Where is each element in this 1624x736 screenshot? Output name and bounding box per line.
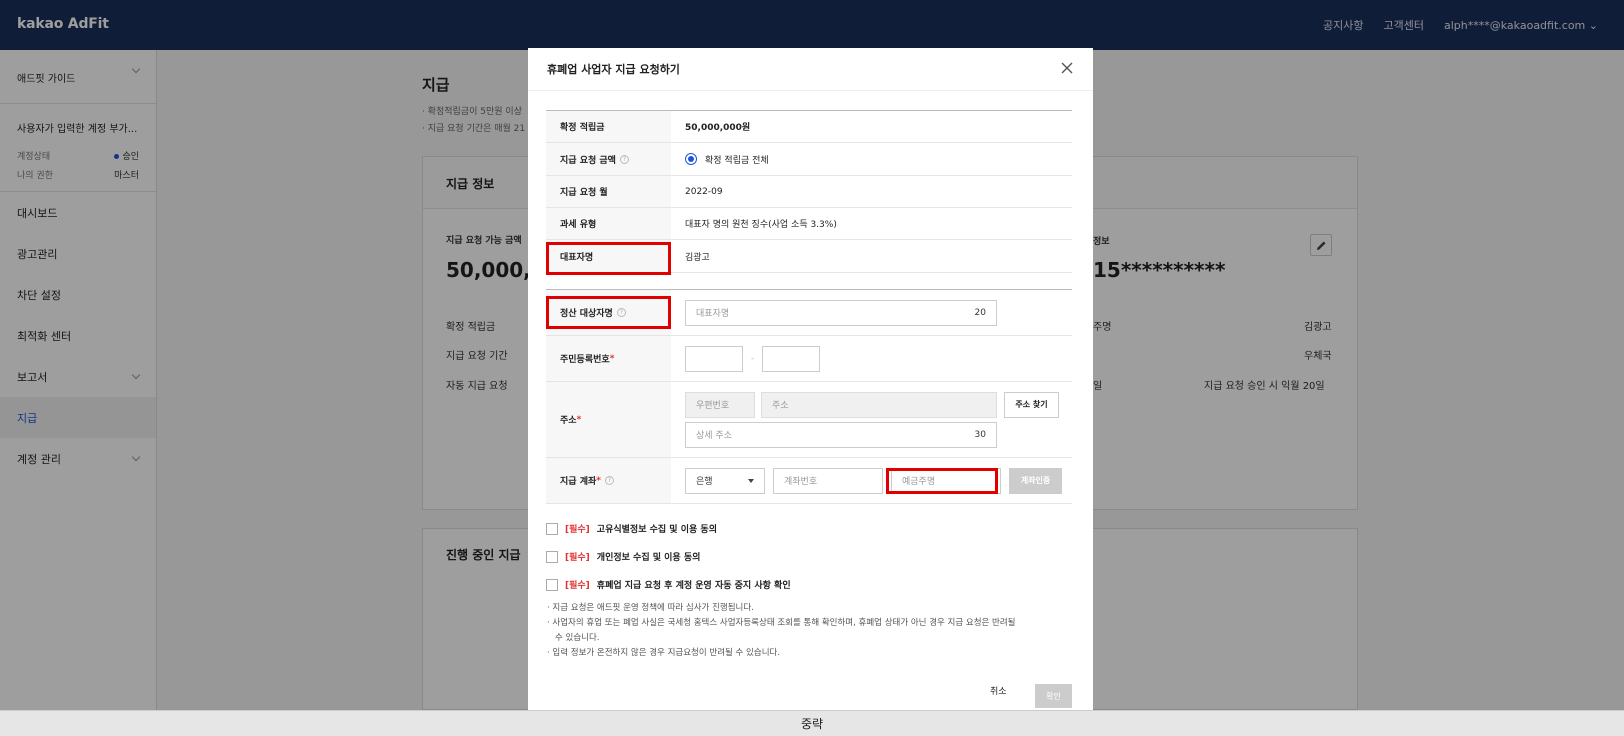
notice-list: · 지급 요청은 애드핏 운영 정책에 따라 심사가 진행됩니다. · 사업자의… (547, 601, 1017, 661)
modal-title: 휴폐업 사업자 지급 요청하기 (547, 63, 680, 76)
close-icon[interactable] (1059, 60, 1075, 76)
target-placeholder: 대표자명 (696, 309, 730, 319)
amount-radio-label: 확정 적립금 전체 (705, 155, 769, 166)
table-row: 지급 요청 월 2022-09 (546, 176, 1072, 208)
notice-item: · 지급 요청은 애드핏 운영 정책에 따라 심사가 진행됩니다. (547, 603, 754, 613)
zip-input[interactable]: 우편번호 (685, 391, 755, 418)
agreement-checkbox[interactable] (546, 522, 558, 535)
divider (528, 90, 1093, 91)
agreement-auto-stop[interactable]: [필수] 휴폐업 지급 요청 후 계정 운영 자동 중지 사항 확인 (546, 578, 791, 591)
caret-down-icon (748, 478, 754, 483)
char-count: 30 (974, 429, 986, 440)
table-row: 과세 유형 대표자 명의 원천 징수(사업 소득 3.3%) (546, 208, 1072, 240)
rrn-cell: - (671, 336, 1072, 381)
address-placeholder: 주소 (772, 401, 789, 411)
account-number-input[interactable]: 계좌번호 (773, 467, 883, 494)
tax-label: 과세 유형 (546, 208, 671, 239)
cancel-button[interactable]: 취소 (990, 684, 1007, 697)
zip-placeholder: 우편번호 (696, 401, 730, 411)
rrn-label-text: 주민등록번호 (560, 355, 610, 365)
required-tag: [필수] (565, 525, 590, 535)
agreement-text: 고유식별정보 수집 및 이용 동의 (596, 525, 717, 535)
month-label: 지급 요청 월 (546, 176, 671, 207)
detail-placeholder: 상세 주소 (696, 431, 732, 441)
address-label: 주소 * (546, 382, 671, 457)
notice-item: · 사업자의 휴업 또는 폐업 사실은 국세청 홈텍스 사업자등록상태 조회를 … (547, 618, 1016, 643)
agreement-text: 개인정보 수집 및 이용 동의 (596, 553, 701, 563)
rrn-front-input[interactable] (685, 345, 743, 372)
required-tag: [필수] (565, 581, 590, 591)
confirmed-label: 확정 적립금 (546, 111, 671, 142)
confirm-button[interactable]: 확인 (1035, 684, 1072, 708)
agreement-personal-info[interactable]: [필수] 개인정보 수집 및 이용 동의 (546, 550, 700, 563)
omitted-text: 중략 (800, 717, 824, 731)
month-value: 2022-09 (685, 186, 723, 197)
payment-request-modal: 휴폐업 사업자 지급 요청하기 확정 적립금 50,000,000원 지급 요청… (528, 48, 1093, 710)
table-row: 확정 적립금 50,000,000원 (546, 111, 1072, 143)
confirmed-value: 50,000,000원 (685, 123, 751, 133)
verify-account-button[interactable]: 계좌인증 (1009, 467, 1062, 494)
agreement-checkbox[interactable] (546, 550, 558, 563)
rep-value: 김광고 (685, 252, 710, 263)
address-top-row: 우편번호 주소 주소 찾기 (685, 391, 1059, 418)
rrn-back-input[interactable] (762, 345, 821, 372)
account-placeholder: 계좌번호 (784, 477, 818, 487)
highlight-box (546, 242, 671, 275)
help-icon[interactable]: ? (604, 476, 614, 485)
char-count: 20 (974, 307, 986, 318)
agreement-checkbox[interactable] (546, 578, 558, 591)
address-cell: 우편번호 주소 주소 찾기 상세 주소 30 (671, 382, 1072, 457)
required-mark: * (596, 475, 601, 486)
agreement-unique-id[interactable]: [필수] 고유식별정보 수집 및 이용 동의 (546, 522, 717, 535)
notice-item: · 입력 정보가 온전하지 않은 경우 지급요청이 반려될 수 있습니다. (547, 648, 781, 658)
rrn-label: 주민등록번호 * (546, 336, 671, 381)
bank-value: 은행 (696, 477, 713, 487)
amount-value: 확정 적립금 전체 (671, 143, 1072, 175)
detail-address-input[interactable]: 상세 주소 30 (685, 421, 997, 448)
table-row: 주소 * 우편번호 주소 주소 찾기 상세 주소 30 (546, 382, 1072, 458)
bank-select[interactable]: 은행 (685, 467, 765, 494)
account-label-text: 지급 계좌 (560, 477, 597, 487)
omitted-bar: 중략 (0, 710, 1624, 736)
amount-label: 지급 요청 금액? (546, 143, 671, 175)
required-mark: * (609, 353, 615, 364)
rrn-separator: - (751, 353, 755, 364)
highlight-box (546, 296, 671, 329)
account-cell: 은행 계좌번호 예금주명 계좌인증 (671, 458, 1072, 503)
help-icon[interactable]: ? (619, 154, 629, 164)
required-mark: * (576, 414, 582, 425)
tax-value: 대표자 명의 원천 징수(사업 소득 3.3%) (685, 220, 837, 230)
amount-radio[interactable] (685, 153, 697, 165)
find-address-button[interactable]: 주소 찾기 (1004, 391, 1059, 418)
target-cell: 대표자명 20 (671, 290, 1072, 335)
target-name-input[interactable]: 대표자명 20 (685, 299, 997, 326)
highlight-box (886, 468, 998, 494)
address-label-text: 주소 (560, 416, 577, 426)
amount-label-text: 지급 요청 금액 (560, 155, 616, 166)
agreement-text: 휴폐업 지급 요청 후 계정 운영 자동 중지 사항 확인 (596, 581, 791, 591)
table-row: 지급 요청 금액? 확정 적립금 전체 (546, 143, 1072, 176)
account-label: 지급 계좌 *? (546, 458, 671, 503)
table-row: 주민등록번호 * - (546, 336, 1072, 382)
required-tag: [필수] (565, 553, 590, 563)
address-input[interactable]: 주소 (761, 391, 997, 418)
